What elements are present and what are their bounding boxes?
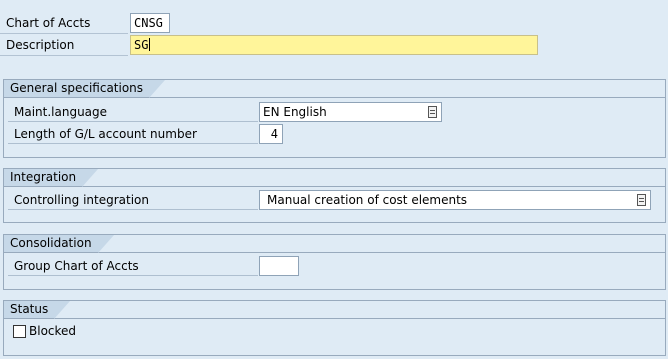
controlling-integration-field[interactable]: Manual creation of cost elements [259,190,651,210]
general-specifications-title: General specifications [4,80,166,98]
description-value: SG [134,38,149,52]
group-title-divider [4,318,665,319]
value-help-icon[interactable] [637,194,646,206]
general-specifications-group: General specifications Maint.language EN… [3,79,666,158]
maint-language-value: EN English [263,105,327,119]
consolidation-group: Consolidation Group Chart of Accts [3,234,666,290]
integration-title: Integration [4,169,99,187]
maint-language-label: Maint.language [8,102,258,122]
description-field[interactable]: SG [130,35,538,55]
group-title-divider [4,186,665,187]
controlling-integration-label: Controlling integration [8,190,258,210]
blocked-checkbox[interactable] [13,325,26,338]
description-label: Description [0,35,128,56]
blocked-label: Blocked [29,324,77,338]
group-chart-of-accts-label: Group Chart of Accts [8,256,258,276]
gl-length-label: Length of G/L account number [8,124,258,144]
group-chart-of-accts-field[interactable] [259,256,299,276]
integration-group: Integration Controlling integration Manu… [3,168,666,223]
value-help-icon[interactable] [428,106,437,118]
status-group: Status Blocked [3,300,666,356]
gl-length-field[interactable]: 4 [259,124,283,144]
maint-language-field[interactable]: EN English [259,102,442,122]
chart-of-accts-label: Chart of Accts [0,13,128,34]
consolidation-title: Consolidation [4,235,114,253]
text-cursor [149,38,151,51]
chart-of-accts-field[interactable]: CNSG [130,13,170,33]
status-title: Status [4,301,71,319]
controlling-integration-value: Manual creation of cost elements [267,193,468,207]
